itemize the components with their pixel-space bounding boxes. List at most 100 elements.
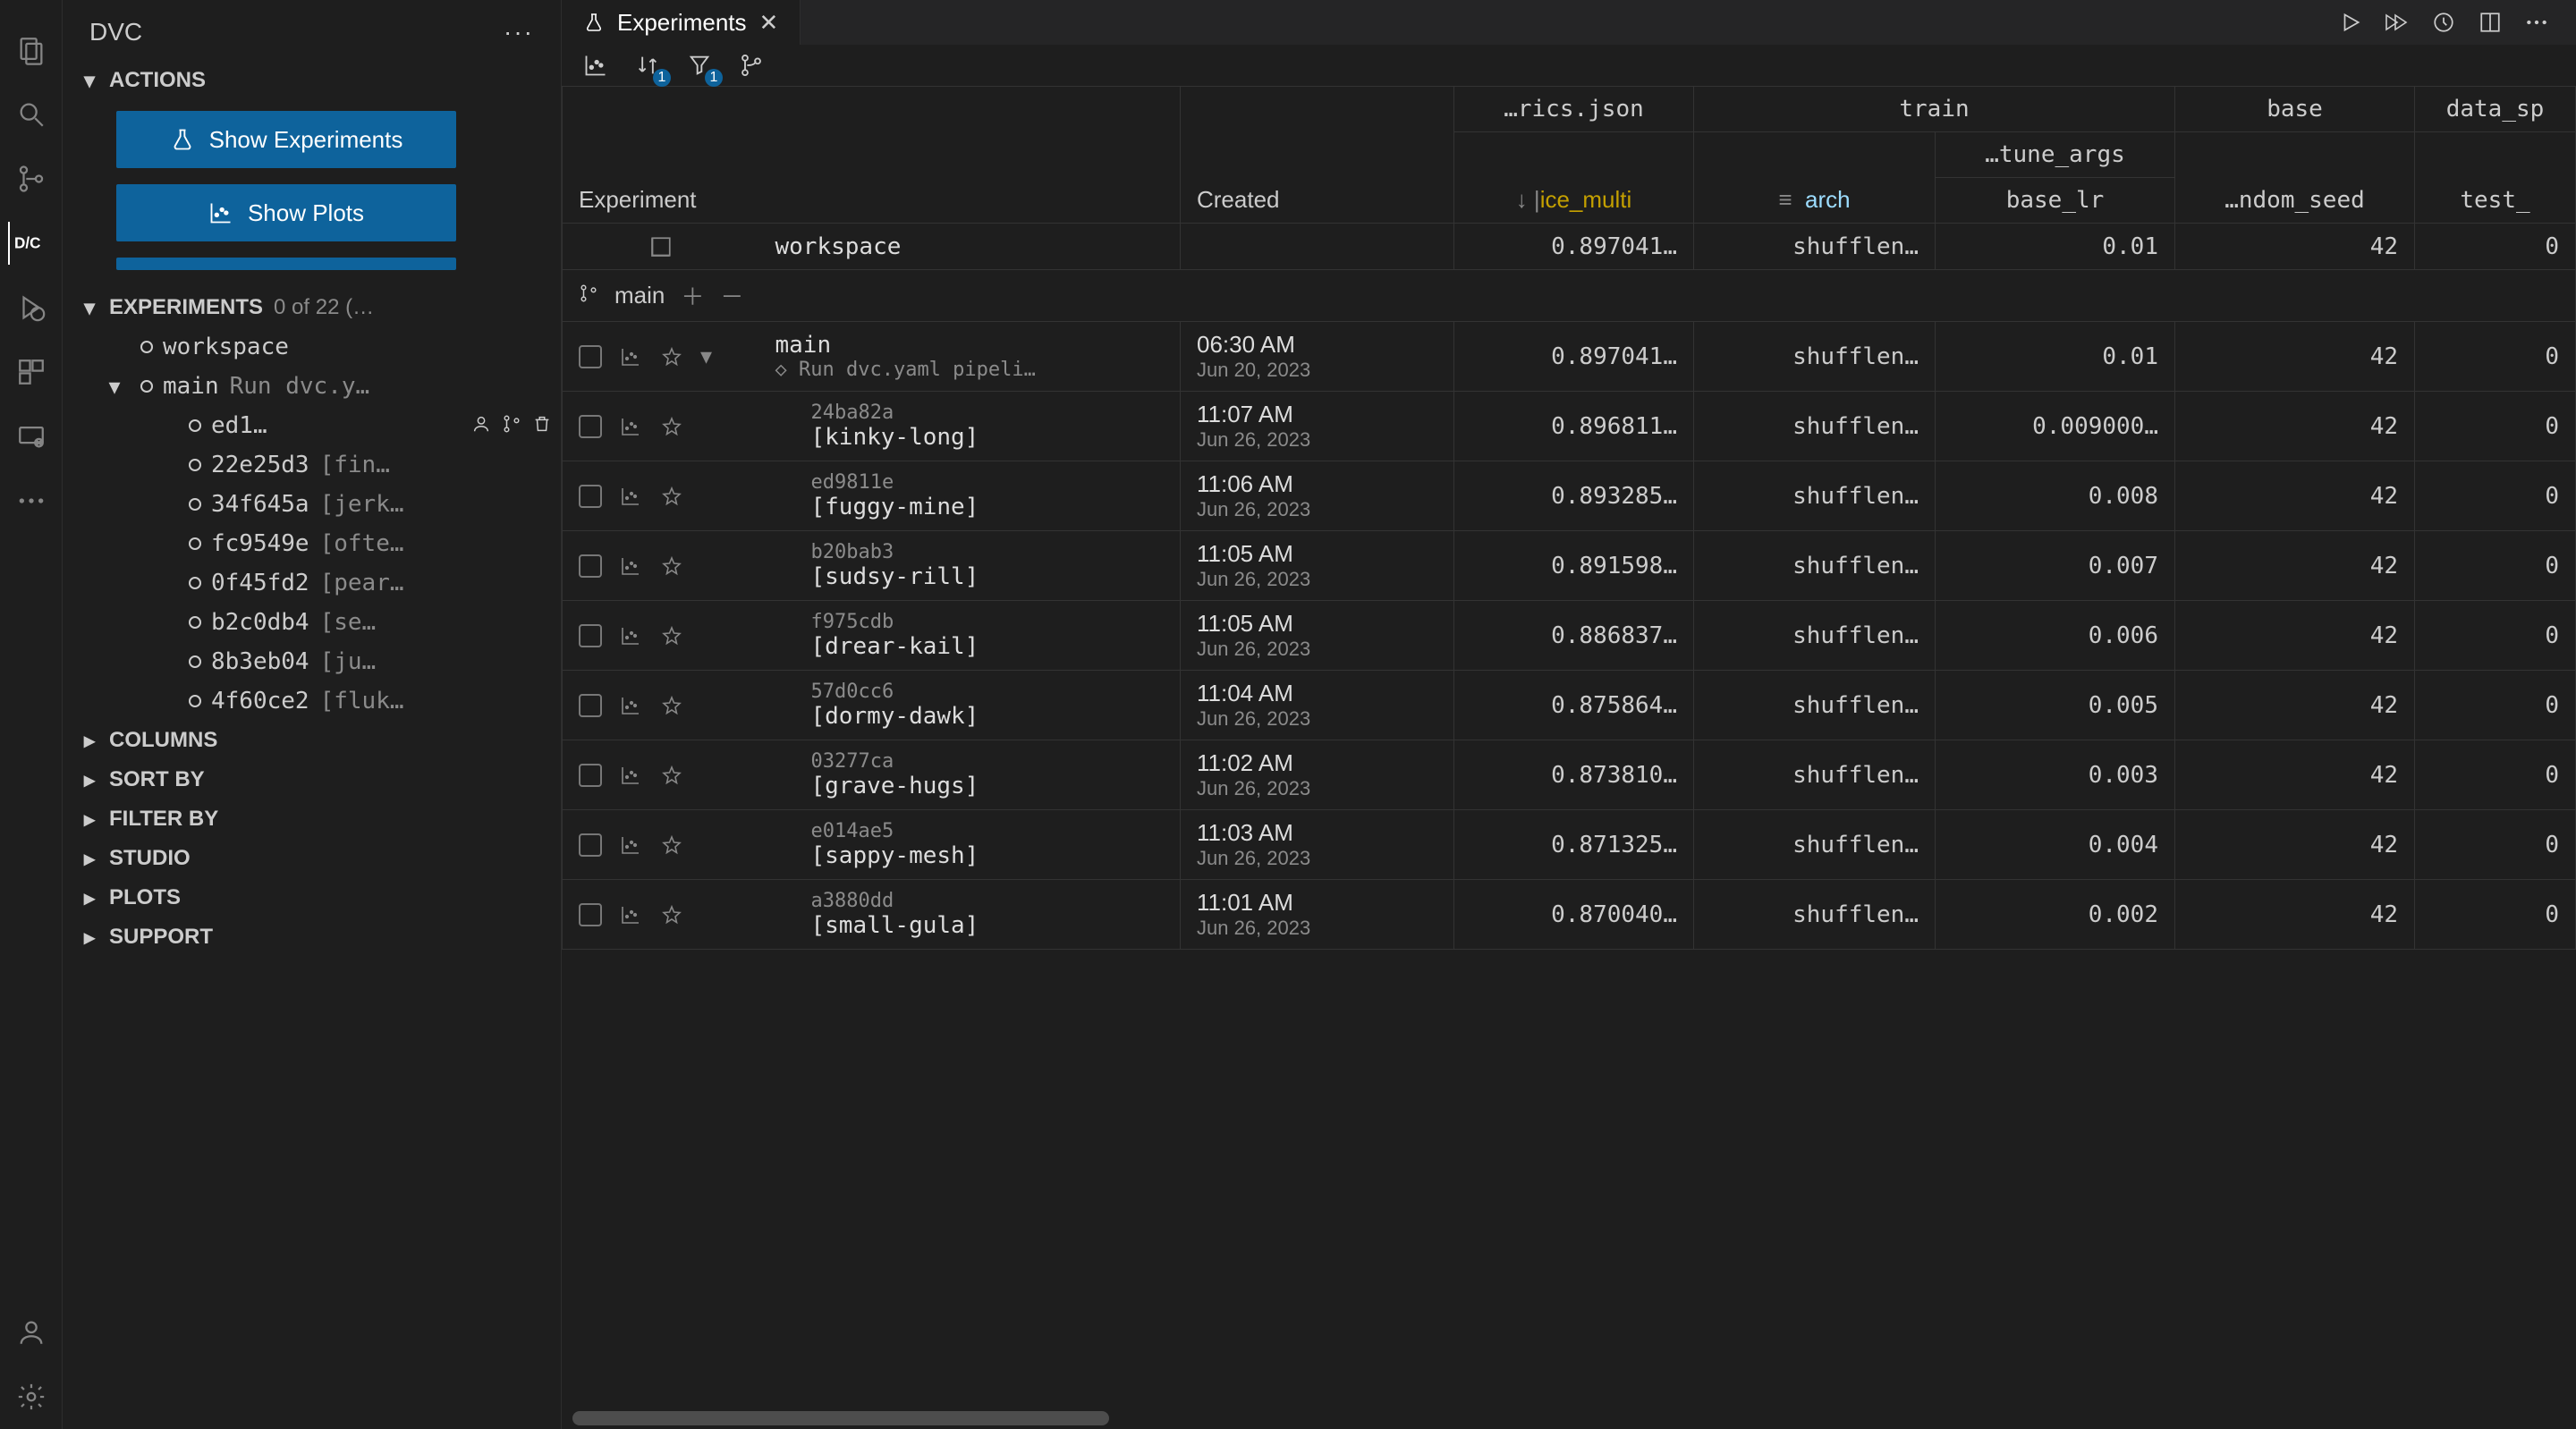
table-row[interactable]: f975cdb[drear-kail]11:05 AMJun 26, 20230… — [563, 601, 2576, 671]
third-button[interactable] — [116, 258, 456, 270]
star-icon[interactable] — [659, 554, 684, 579]
tree-item-workspace[interactable]: workspace — [63, 327, 561, 367]
search-icon[interactable] — [10, 93, 53, 136]
dvc-icon[interactable]: D/C — [8, 222, 53, 265]
more-icon[interactable] — [2524, 10, 2549, 35]
minus-icon[interactable]: － — [720, 279, 743, 312]
plot-icon[interactable] — [618, 344, 643, 369]
more-icon[interactable] — [10, 479, 53, 522]
star-icon[interactable] — [659, 833, 684, 858]
plot-icon[interactable] — [618, 554, 643, 579]
group-data-sp[interactable]: data_sp — [2415, 87, 2576, 132]
tab-experiments[interactable]: Experiments ✕ — [562, 0, 801, 45]
tree-item-child[interactable]: 34f645a[jerk… — [63, 485, 561, 524]
col-base-lr[interactable]: base_lr — [1936, 178, 2175, 224]
tree-item-main[interactable]: ▾ main Run dvc.y… — [63, 367, 561, 406]
settings-icon[interactable] — [10, 1375, 53, 1418]
tree-item-child[interactable]: ed1… — [63, 406, 561, 445]
col-random-seed[interactable]: …ndom_seed — [2175, 132, 2415, 224]
tree-item-child[interactable]: 8b3eb04[ju… — [63, 642, 561, 681]
show-plots-button[interactable]: Show Plots — [116, 184, 456, 241]
person-icon[interactable] — [471, 412, 491, 440]
plot-icon[interactable] — [648, 234, 674, 259]
section-sort-by[interactable]: ▸ SORT BY — [63, 760, 561, 799]
group-train[interactable]: train — [1694, 87, 2175, 132]
checkbox[interactable] — [579, 554, 602, 578]
col-test[interactable]: test_ — [2415, 132, 2576, 224]
col-experiment[interactable]: Experiment — [563, 87, 1181, 224]
section-support[interactable]: ▸ SUPPORT — [63, 917, 561, 957]
sort-icon[interactable]: 1 — [630, 47, 665, 83]
col-ice-multi[interactable]: ↓ |ice_multi — [1454, 132, 1694, 224]
split-icon[interactable] — [2478, 10, 2503, 35]
table-row-workspace[interactable]: workspace0.897041…shufflen…0.01420 — [563, 224, 2576, 270]
plot-icon[interactable] — [618, 623, 643, 648]
section-studio[interactable]: ▸ STUDIO — [63, 839, 561, 878]
table-row[interactable]: 24ba82a[kinky-long]11:07 AMJun 26, 20230… — [563, 392, 2576, 461]
star-icon[interactable] — [659, 344, 684, 369]
star-icon[interactable] — [659, 414, 684, 439]
plot-icon[interactable] — [618, 833, 643, 858]
star-icon[interactable] — [659, 623, 684, 648]
table-row-main[interactable]: ▾main◇ Run dvc.yaml pipeli…06:30 AMJun 2… — [563, 322, 2576, 392]
tree-item-child[interactable]: 4f60ce2[fluk… — [63, 681, 561, 721]
branch-icon[interactable] — [502, 412, 521, 440]
horizontal-scrollbar[interactable] — [572, 1411, 1109, 1425]
group-tune-args[interactable]: …tune_args — [1936, 132, 2175, 178]
checkbox[interactable] — [579, 345, 602, 368]
table-row[interactable]: b20bab3[sudsy-rill]11:05 AMJun 26, 20230… — [563, 531, 2576, 601]
sidebar-more[interactable]: ··· — [504, 18, 534, 47]
star-icon[interactable] — [659, 763, 684, 788]
source-control-icon[interactable] — [10, 157, 53, 200]
checkbox[interactable] — [579, 833, 602, 857]
chevron-down-icon[interactable]: ▾ — [700, 342, 712, 370]
tree-item-child[interactable]: 0f45fd2[pear… — [63, 563, 561, 603]
run-all-icon[interactable] — [2385, 10, 2410, 35]
group-base[interactable]: base — [2175, 87, 2415, 132]
checkbox[interactable] — [579, 764, 602, 787]
filter-icon[interactable]: 1 — [682, 47, 717, 83]
section-filter-by[interactable]: ▸ FILTER BY — [63, 799, 561, 839]
tree-item-child[interactable]: fc9549e[ofte… — [63, 524, 561, 563]
plot-icon[interactable] — [618, 763, 643, 788]
checkbox[interactable] — [579, 624, 602, 647]
explorer-icon[interactable] — [10, 29, 53, 72]
star-icon[interactable] — [659, 902, 684, 927]
col-created[interactable]: Created — [1181, 87, 1454, 224]
star-icon[interactable] — [659, 693, 684, 718]
table-branch-row[interactable]: main＋－ — [563, 270, 2576, 322]
accounts-icon[interactable] — [10, 1311, 53, 1354]
tree-item-child[interactable]: 22e25d3[fin… — [63, 445, 561, 485]
run-debug-icon[interactable] — [10, 286, 53, 329]
section-actions[interactable]: ▾ ACTIONS — [63, 61, 561, 100]
table-row[interactable]: e014ae5[sappy-mesh]11:03 AMJun 26, 20230… — [563, 810, 2576, 880]
section-columns[interactable]: ▸ COLUMNS — [63, 721, 561, 760]
close-icon[interactable]: ✕ — [759, 9, 779, 37]
show-experiments-button[interactable]: Show Experiments — [116, 111, 456, 168]
checkbox[interactable] — [579, 485, 602, 508]
col-arch[interactable]: ≡ arch — [1694, 132, 1936, 224]
section-plots[interactable]: ▸ PLOTS — [63, 878, 561, 917]
checkbox[interactable] — [579, 415, 602, 438]
plus-icon[interactable]: ＋ — [681, 279, 704, 312]
clock-icon[interactable] — [2431, 10, 2456, 35]
table-row[interactable]: a3880dd[small-gula]11:01 AMJun 26, 20230… — [563, 880, 2576, 950]
trash-icon[interactable] — [532, 412, 552, 440]
run-icon[interactable] — [2338, 10, 2363, 35]
table-row[interactable]: 03277ca[grave-hugs]11:02 AMJun 26, 20230… — [563, 740, 2576, 810]
table-row[interactable]: 57d0cc6[dormy-dawk]11:04 AMJun 26, 20230… — [563, 671, 2576, 740]
remote-icon[interactable] — [10, 415, 53, 458]
plot-icon[interactable] — [618, 414, 643, 439]
star-icon[interactable] — [659, 484, 684, 509]
section-experiments[interactable]: ▾ EXPERIMENTS 0 of 22 (… — [63, 288, 561, 327]
table-row[interactable]: ed9811e[fuggy-mine]11:06 AMJun 26, 20230… — [563, 461, 2576, 531]
checkbox[interactable] — [579, 903, 602, 926]
extensions-icon[interactable] — [10, 351, 53, 393]
branch-icon[interactable] — [733, 47, 769, 83]
plot-icon[interactable] — [618, 902, 643, 927]
tree-item-child[interactable]: b2c0db4[se… — [63, 603, 561, 642]
plot-icon[interactable] — [578, 47, 614, 83]
checkbox[interactable] — [579, 694, 602, 717]
plot-icon[interactable] — [618, 693, 643, 718]
plot-icon[interactable] — [618, 484, 643, 509]
